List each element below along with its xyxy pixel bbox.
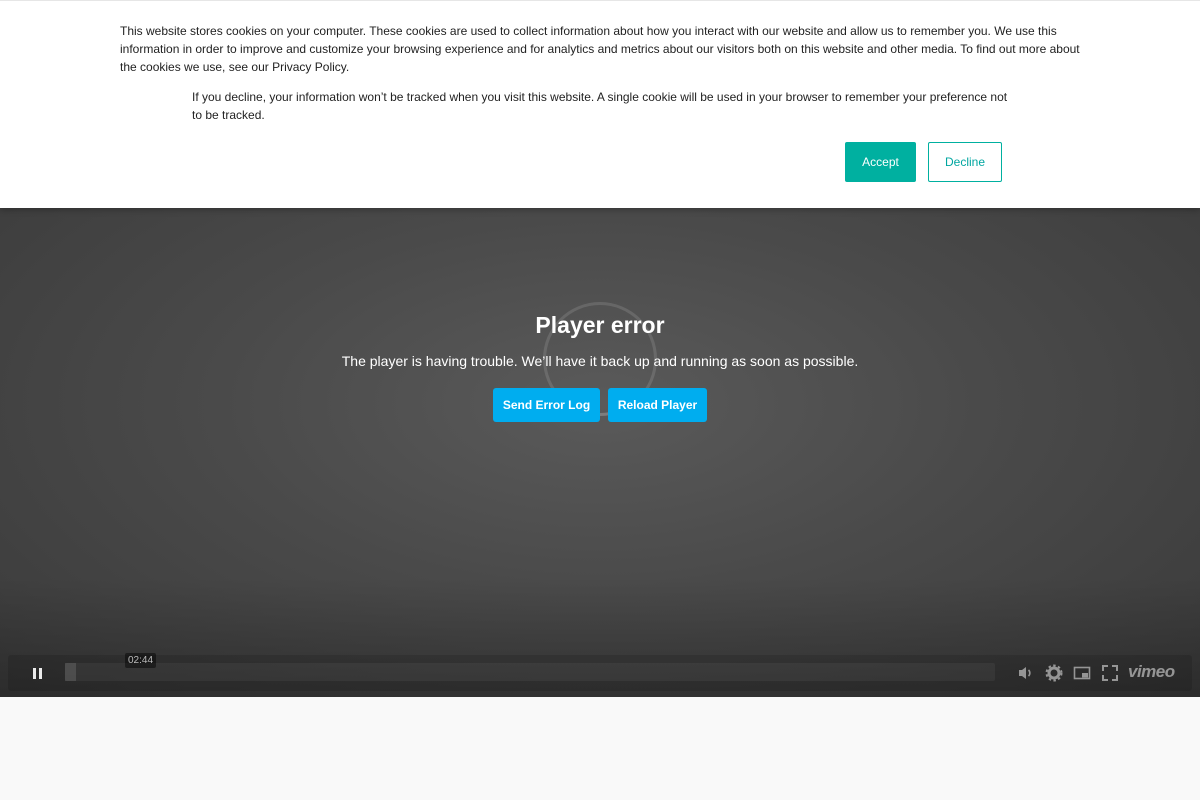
player-error-title: Player error: [535, 312, 665, 338]
accept-cookies-button[interactable]: Accept: [845, 142, 916, 182]
pause-button[interactable]: [20, 663, 52, 685]
fullscreen-icon[interactable]: [1100, 663, 1122, 683]
time-tooltip: 02:44: [125, 653, 157, 668]
cookie-info-text: This website stores cookies on your comp…: [120, 24, 1080, 74]
picture-in-picture-icon[interactable]: [1072, 663, 1094, 683]
send-error-log-button[interactable]: Send Error Log: [493, 388, 600, 422]
cookie-consent-banner: This website stores cookies on your comp…: [0, 0, 1200, 208]
vimeo-logo[interactable]: vimeo: [1128, 662, 1175, 682]
player-error-message: The player is having trouble. We’ll have…: [341, 353, 859, 369]
cookie-decline-info-text: If you decline, your information won’t b…: [192, 90, 1008, 122]
progress-bar[interactable]: 02:44: [65, 653, 995, 681]
settings-gear-icon[interactable]: [1044, 663, 1066, 683]
video-player[interactable]: Player error The player is having troubl…: [0, 208, 1200, 697]
volume-icon[interactable]: [1016, 663, 1038, 683]
decline-cookies-button[interactable]: Decline: [928, 142, 1002, 182]
player-controls-bar: 02:44 vimeo: [8, 653, 1192, 691]
progress-bar-fill: [65, 663, 77, 681]
reload-player-button[interactable]: Reload Player: [608, 388, 707, 422]
